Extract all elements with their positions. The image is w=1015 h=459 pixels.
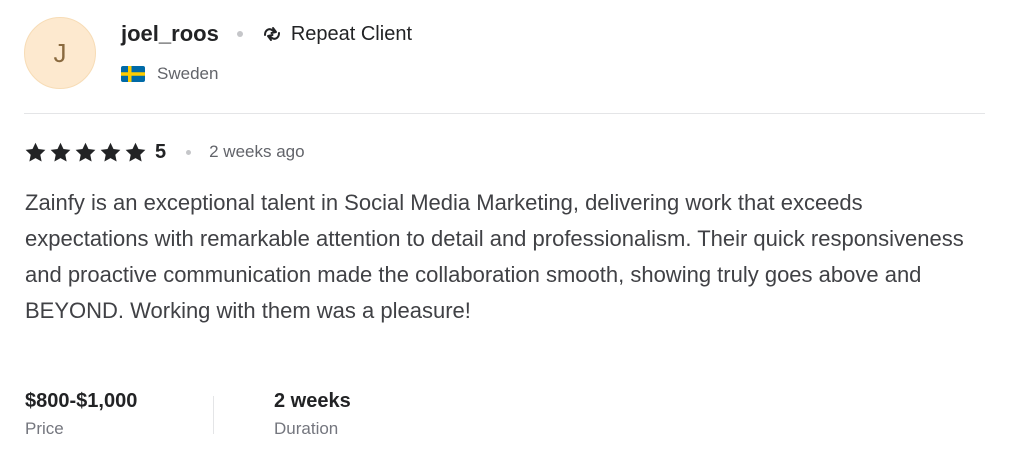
repeat-icon <box>261 24 283 44</box>
price-label: Price <box>25 419 64 438</box>
star-icon <box>49 141 72 164</box>
star-rating <box>24 141 147 164</box>
review-card: J joel_roos Repeat Client Sweden 5 2 wee… <box>0 0 1015 459</box>
repeat-client-badge: Repeat Client <box>290 22 412 45</box>
duration-value: 2 weeks <box>274 390 351 412</box>
star-icon <box>124 141 147 164</box>
price-block: $800-$1,000 Price <box>25 387 137 439</box>
sweden-flag-icon <box>121 66 145 82</box>
reviewer-country-row: Sweden <box>121 63 218 85</box>
avatar: J <box>24 17 96 89</box>
star-icon <box>74 141 97 164</box>
star-icon <box>24 141 47 164</box>
duration-block: 2 weeks Duration <box>274 387 351 439</box>
divider <box>24 113 985 114</box>
rating-row: 5 2 weeks ago <box>24 139 305 165</box>
reviewer-name-row: joel_roos Repeat Client <box>121 19 412 49</box>
reviewer-username: joel_roos <box>121 21 219 46</box>
separator-dot <box>186 149 192 155</box>
price-value: $800-$1,000 <box>25 390 138 412</box>
avatar-initial: J <box>53 37 67 68</box>
separator-dot <box>236 31 243 37</box>
reviewer-country: Sweden <box>157 64 219 83</box>
rating-value: 5 <box>155 140 167 163</box>
review-time-ago: 2 weeks ago <box>209 142 305 161</box>
star-icon <box>99 141 122 164</box>
review-text: Zainfy is an exceptional talent in Socia… <box>25 190 964 323</box>
meta-divider <box>213 396 214 434</box>
duration-label: Duration <box>274 419 339 438</box>
